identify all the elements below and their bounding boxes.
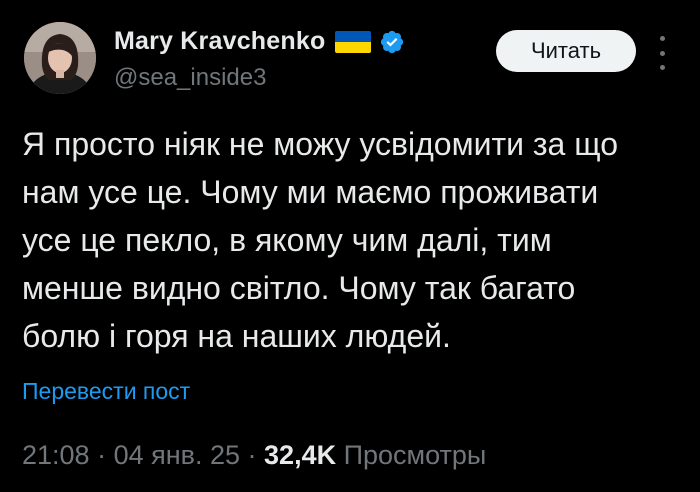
tweet-text-line: нам усе це. Чому ми маємо проживати (22, 174, 599, 210)
views-label[interactable]: Просмотры (336, 440, 487, 470)
more-vertical-icon[interactable] (652, 36, 672, 70)
avatar[interactable] (24, 22, 96, 94)
tweet-date[interactable]: 04 янв. 25 (114, 440, 240, 470)
author-handle[interactable]: @sea_inside3 (114, 64, 266, 92)
verified-badge-icon[interactable] (379, 29, 405, 55)
tweet-text-line: менше видно світло. Чому так багато (22, 270, 576, 306)
views-count[interactable]: 32,4K (264, 440, 336, 470)
tweet-text-line: болю і горя на наших людей. (22, 318, 451, 354)
author-display-name[interactable]: Mary Kravchenko (114, 27, 325, 56)
translate-post-link[interactable]: Перевести пост (22, 378, 190, 405)
tweet-header: Mary Kravchenko @sea_inside3 Читать (0, 0, 700, 110)
tweet-time[interactable]: 21:08 (22, 440, 90, 470)
meta-separator: · (240, 440, 265, 470)
tweet-text-line: Я просто ніяк не можу усвідомити за що (22, 126, 618, 162)
tweet-meta: 21:08 · 04 янв. 25 · 32,4K Просмотры (22, 440, 486, 471)
follow-button[interactable]: Читать (496, 30, 636, 72)
avatar-image (24, 22, 96, 94)
author-name-row: Mary Kravchenko (114, 27, 405, 56)
ukraine-flag-icon (335, 30, 372, 53)
meta-separator: · (89, 440, 114, 470)
tweet-text: Я просто ніяк не можу усвідомити за що н… (22, 120, 682, 360)
tweet-text-line: усе це пекло, в якому чим далі, тим (22, 222, 552, 258)
